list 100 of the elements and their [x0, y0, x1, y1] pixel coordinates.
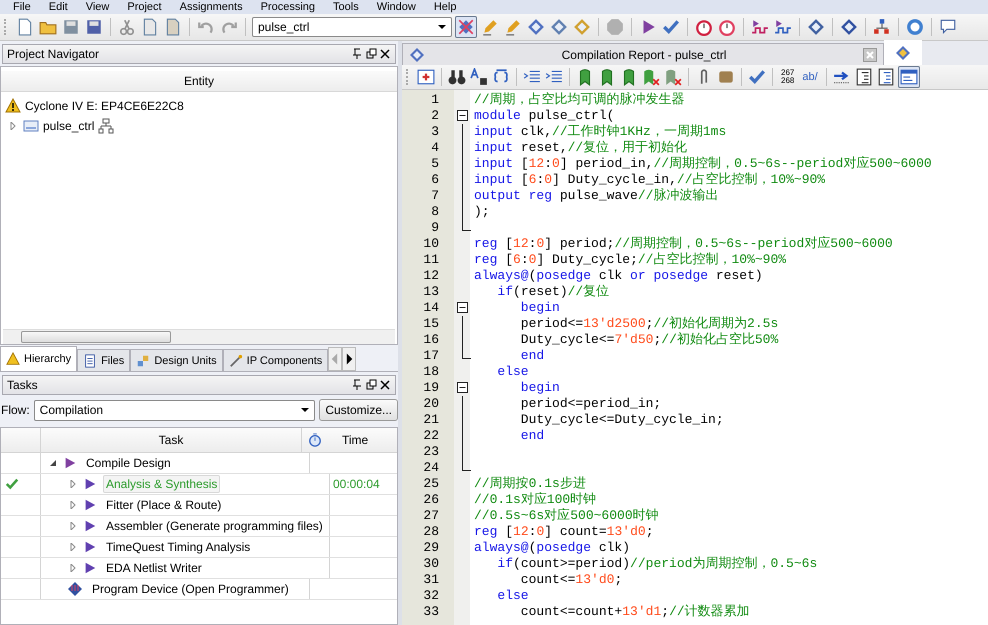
cut-icon[interactable]: [117, 17, 137, 37]
chip-icon[interactable]: [549, 17, 569, 37]
line-number: 30: [422, 556, 440, 572]
menu-item[interactable]: Edit: [40, 0, 77, 14]
close-icon[interactable]: [863, 48, 877, 62]
play-icon: [83, 540, 97, 554]
project-dropdown[interactable]: pulse_ctrl: [252, 17, 452, 37]
menu-item[interactable]: Help: [424, 0, 466, 14]
line-numbers-button[interactable]: 267 268: [781, 69, 794, 85]
horizontal-scrollbar[interactable]: [3, 329, 395, 344]
line-number: 20: [422, 396, 440, 412]
code-line: end: [520, 428, 544, 444]
line-number: 12: [422, 268, 440, 284]
flow-dropdown[interactable]: Compilation: [34, 400, 316, 420]
window-icon[interactable]: [898, 66, 920, 88]
expand-arrow-icon[interactable]: [69, 543, 77, 551]
column-header: Task: [41, 428, 302, 452]
line-number: 28: [422, 524, 440, 540]
line-number: 7: [430, 188, 440, 204]
panel-tab[interactable]: Files: [77, 349, 130, 371]
panel-controls-icon[interactable]: [351, 48, 391, 60]
panel-title: Project Navigator: [7, 47, 100, 61]
expand-arrow-icon[interactable]: [69, 501, 77, 509]
line-number: 32: [422, 588, 440, 604]
code-line: count<=13'd0;: [520, 572, 622, 588]
line-number: 1: [430, 92, 440, 108]
tree-item[interactable]: Cyclone IV E: EP4CE6E22C8: [25, 99, 184, 113]
menu-item[interactable]: Processing: [252, 0, 324, 14]
scroll-right-icon[interactable]: [342, 347, 356, 371]
code-line: reg [12:0] period;//周期控制，0.5~6s--period对应500~6000: [474, 236, 893, 252]
panel-tab[interactable]: IP Components: [222, 349, 328, 371]
line-number: 24: [422, 460, 440, 476]
line-number: 19: [422, 380, 440, 396]
programmer-icon[interactable]: [839, 17, 859, 37]
hierarchy-icon[interactable]: [872, 17, 892, 37]
play-icon: [83, 477, 97, 491]
line-number: 13: [422, 284, 440, 300]
expand-arrow-icon[interactable]: [9, 122, 17, 130]
collapse-arrow-icon[interactable]: [49, 459, 57, 467]
chip-icon[interactable]: [806, 17, 826, 37]
cube-icon: [136, 354, 150, 368]
menu-item[interactable]: Project: [118, 0, 171, 14]
caret-icon: [301, 408, 310, 412]
code-line: end: [520, 348, 544, 364]
code-line: count<=count+13'd1;//计数器累加: [520, 604, 750, 620]
code-line: //周期按0.1s步进: [474, 476, 586, 492]
tree-item[interactable]: pulse_ctrl: [43, 119, 94, 133]
line-number: 9: [430, 220, 440, 236]
line-number: 33: [422, 604, 440, 620]
play-icon: [83, 561, 97, 575]
replace-button[interactable]: ab/: [802, 71, 818, 83]
warning-icon: [5, 98, 21, 114]
warning-icon: [6, 352, 20, 366]
chip-icon[interactable]: [455, 16, 477, 38]
code-line: period<=13'd2500;//初始化周期为2.5s: [520, 316, 778, 332]
task-item[interactable]: Assembler (Generate programming files): [103, 517, 326, 535]
expand-arrow-icon[interactable]: [69, 480, 77, 488]
document-icon[interactable]: [854, 67, 874, 87]
document-icon[interactable]: [876, 67, 896, 87]
panel-controls-icon[interactable]: [351, 379, 391, 391]
document-tab[interactable]: Compilation Report - pulse_ctrl: [402, 43, 884, 65]
expand-arrow-icon[interactable]: [69, 564, 77, 572]
insert-template-icon[interactable]: [416, 67, 436, 87]
collapse-icon[interactable]: [457, 382, 468, 393]
find-replace-icon[interactable]: [469, 67, 489, 87]
code-line: reg [6:0] Duty_cycle;//占空比控制，10%~90%: [474, 252, 786, 268]
line-number: 5: [430, 156, 440, 172]
line-number: 29: [422, 540, 440, 556]
hierarchy-icon: [98, 118, 114, 134]
menu-item[interactable]: View: [76, 0, 118, 14]
collapse-icon[interactable]: [457, 110, 468, 121]
line-number: 10: [422, 236, 440, 252]
code-line: reg [12:0] count=13'd0;: [474, 524, 654, 540]
panel-tab[interactable]: Design Units: [130, 349, 223, 371]
document-tab[interactable]: [884, 40, 922, 65]
code-line: //0.5s~6s对应500~6000时钟: [474, 508, 659, 524]
code-line: module pulse_ctrl(: [474, 108, 614, 124]
panel-tab[interactable]: Hierarchy: [0, 346, 78, 371]
code-line: begin: [520, 300, 560, 316]
line-number: 26: [422, 492, 440, 508]
chip-icon[interactable]: [526, 17, 546, 37]
line-number: 17: [422, 348, 440, 364]
menu-item[interactable]: Window: [368, 0, 425, 14]
task-item[interactable]: Fitter (Place & Route): [103, 496, 224, 514]
menu-item[interactable]: Assignments: [170, 0, 252, 14]
code-line: period<=period_in;: [520, 396, 662, 412]
line-number: 6: [430, 172, 440, 188]
task-item[interactable]: TimeQuest Timing Analysis: [103, 538, 254, 556]
menu-item[interactable]: Tools: [324, 0, 368, 14]
line-number: 21: [422, 412, 440, 428]
task-item[interactable]: Program Device (Open Programmer): [89, 580, 292, 598]
flow-label: Flow:: [1, 403, 30, 417]
code-line: else: [496, 588, 529, 604]
expand-arrow-icon[interactable]: [69, 522, 77, 530]
task-item[interactable]: Compile Design: [83, 454, 174, 472]
customize-button[interactable]: Customize...: [319, 399, 398, 421]
line-number: 3: [430, 124, 440, 140]
task-item[interactable]: EDA Netlist Writer: [103, 559, 205, 577]
collapse-icon[interactable]: [457, 302, 468, 313]
menu-item[interactable]: File: [4, 0, 40, 14]
